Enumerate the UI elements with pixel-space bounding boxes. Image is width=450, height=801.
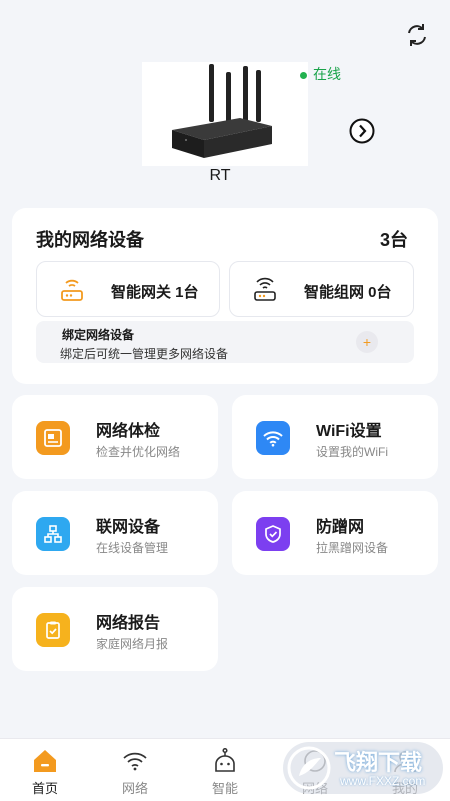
- online-status: 在线: [300, 64, 341, 84]
- wifi-settings-card[interactable]: WiFi设置 设置我的WiFi: [232, 395, 438, 479]
- feature-subtitle: 检查并优化网络: [96, 445, 181, 459]
- watermark-logo-icon: [287, 746, 331, 790]
- feature-title: WiFi设置: [316, 423, 382, 440]
- tab-label: 网络: [121, 781, 148, 796]
- connected-devices-card[interactable]: 联网设备 在线设备管理: [12, 491, 218, 575]
- device-name: RT: [209, 167, 231, 184]
- shield-icon: [256, 517, 290, 551]
- feature-subtitle: 设置我的WiFi: [316, 445, 388, 459]
- status-text: 在线: [313, 66, 341, 82]
- tab-label: 智能: [211, 781, 238, 796]
- robot-icon: [215, 747, 235, 772]
- wifi-icon: [123, 752, 147, 771]
- feature-subtitle: 拉黑蹭网设备: [316, 541, 389, 555]
- network-devices-card: 我的网络设备 3台 智能网关 1台 智能组网 0台 绑定网络设备 绑定后可统一管…: [12, 208, 438, 384]
- mesh-icon: [254, 277, 276, 301]
- router-image: [142, 62, 308, 166]
- status-dot: [300, 71, 307, 79]
- chevron-right-icon[interactable]: [349, 118, 375, 144]
- tab-smart[interactable]: 智能: [180, 739, 270, 801]
- gateway-icon: [61, 279, 83, 301]
- bind-device-banner[interactable]: 绑定网络设备 绑定后可统一管理更多网络设备 +: [36, 321, 414, 363]
- tab-label: 首页: [31, 781, 58, 796]
- gateway-card[interactable]: 智能网关 1台: [36, 261, 220, 317]
- feature-title: 防蹭网: [316, 519, 365, 536]
- network-report-card[interactable]: 网络报告 家庭网络月报: [12, 587, 218, 671]
- tab-network[interactable]: 网络: [90, 739, 180, 801]
- checkup-icon: [36, 421, 70, 455]
- mesh-card[interactable]: 智能组网 0台: [229, 261, 414, 317]
- add-device-button[interactable]: +: [356, 331, 378, 353]
- network-title: 我的网络设备: [36, 230, 144, 250]
- anti-freeload-card[interactable]: 防蹭网 拉黑蹭网设备: [232, 491, 438, 575]
- report-icon: [36, 613, 70, 647]
- tab-home[interactable]: 首页: [0, 739, 90, 801]
- network-count: 3台: [379, 230, 408, 250]
- refresh-icon[interactable]: [404, 22, 430, 48]
- bind-description: 绑定后可统一管理更多网络设备: [60, 347, 229, 361]
- home-icon: [34, 750, 56, 772]
- devices-network-icon: [36, 517, 70, 551]
- feature-subtitle: 家庭网络月报: [96, 637, 169, 651]
- gateway-label: 智能网关 1台: [111, 284, 199, 301]
- watermark-url: www.FXXZ.com: [340, 774, 426, 788]
- network-checkup-card[interactable]: 网络体检 检查并优化网络: [12, 395, 218, 479]
- mesh-label: 智能组网 0台: [304, 284, 392, 301]
- feature-title: 联网设备: [96, 519, 161, 536]
- feature-title: 网络报告: [96, 615, 161, 632]
- watermark-title: 飞翔下载: [334, 750, 423, 775]
- bind-title: 绑定网络设备: [62, 328, 135, 342]
- wifi-icon: [256, 421, 290, 455]
- feature-title: 网络体检: [96, 423, 161, 440]
- feature-subtitle: 在线设备管理: [96, 541, 169, 555]
